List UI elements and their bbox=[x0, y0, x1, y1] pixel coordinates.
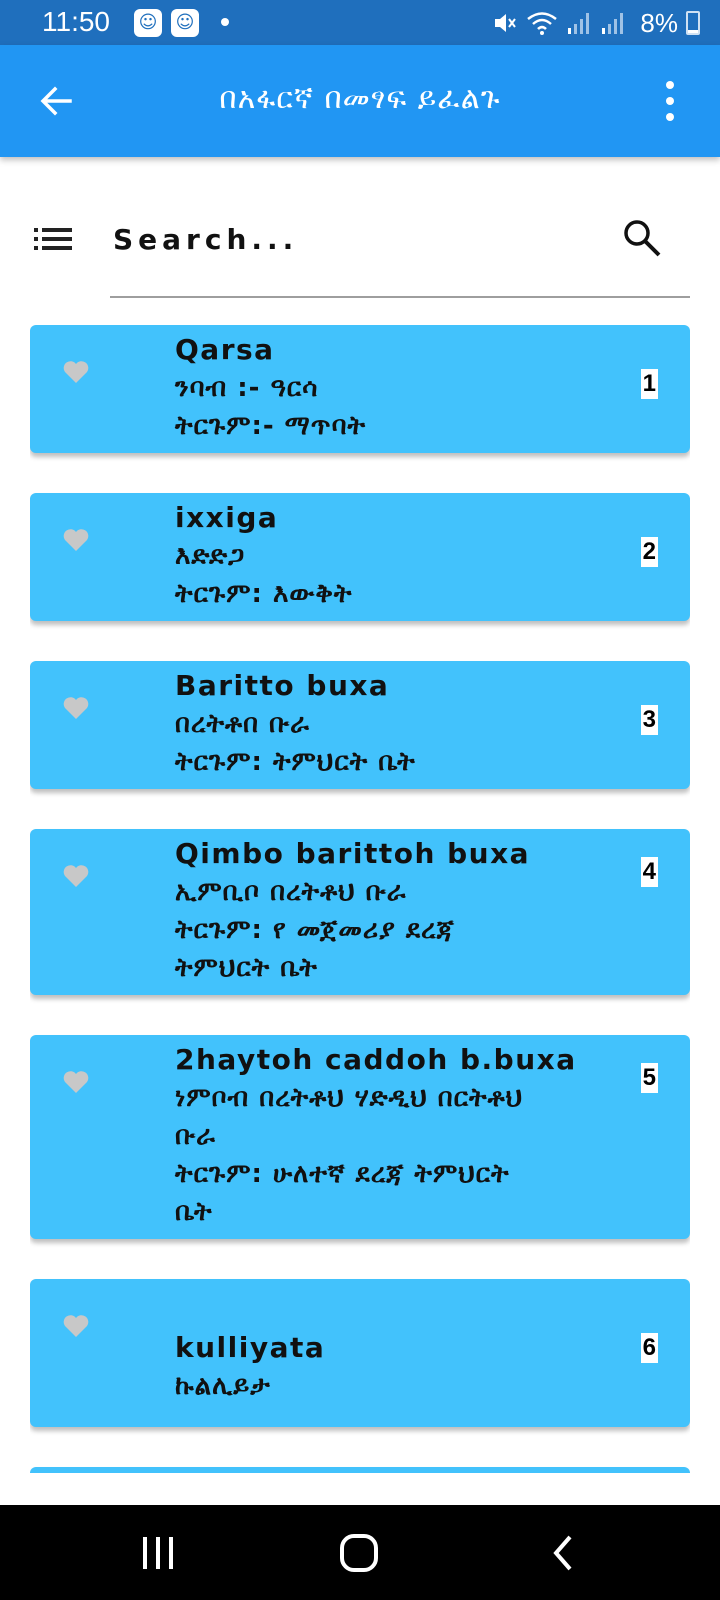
list-item[interactable]: Qimbo barittoh buxa ኢምቢቦ በረትቶህ ቡራ ትርጉም: … bbox=[30, 829, 690, 995]
entry-word: 2haytoh caddoh b.buxa bbox=[175, 1043, 577, 1076]
entry-word: kulliyata bbox=[175, 1331, 326, 1364]
status-time: 11:50 bbox=[42, 6, 110, 37]
entry-word: Baritto buxa bbox=[175, 669, 390, 702]
search-bar bbox=[110, 212, 690, 298]
heart-icon[interactable] bbox=[62, 359, 90, 385]
back-button[interactable] bbox=[34, 79, 78, 123]
entry-number: 1 bbox=[640, 369, 658, 399]
list-icon[interactable] bbox=[34, 226, 72, 252]
more-vert-icon[interactable] bbox=[660, 81, 680, 121]
entry-translation-cont: ትምህርት ቤት bbox=[175, 953, 318, 983]
entry-number: 5 bbox=[640, 1063, 658, 1093]
back-icon[interactable] bbox=[540, 1529, 588, 1577]
entry-translation: ትርጉም: እውቅት bbox=[175, 579, 353, 609]
page-title: በአፋርኛ በመፃፍ ይፈልጉ bbox=[219, 81, 501, 116]
entry-translation: ትርጉም: ትምህርት ቤት bbox=[175, 747, 416, 777]
entry-number: 2 bbox=[640, 537, 658, 567]
battery-percent: 8% bbox=[640, 7, 678, 38]
heart-icon[interactable] bbox=[62, 1313, 90, 1339]
home-icon[interactable] bbox=[336, 1529, 384, 1577]
entry-number: 6 bbox=[640, 1333, 658, 1363]
entry-word: Qarsa bbox=[175, 333, 275, 366]
app-notification-icon: ☺ bbox=[134, 9, 162, 37]
heart-icon[interactable] bbox=[62, 863, 90, 889]
entry-word: ixxiga bbox=[175, 501, 279, 534]
wifi-icon bbox=[527, 12, 558, 35]
battery-charging-icon bbox=[686, 11, 700, 35]
app-notification-icon: ☺ bbox=[171, 9, 199, 37]
entry-number: 3 bbox=[640, 705, 658, 735]
entry-spacer bbox=[175, 1291, 595, 1329]
status-bar: 11:50 ☺ ☺ 8% bbox=[0, 0, 720, 45]
entry-list[interactable]: Qarsa ንባብ :- ዓርሳ ትርጉም:- ማጥባት 1 ixxiga እድ… bbox=[30, 325, 690, 1473]
status-icons: 8% bbox=[492, 6, 700, 40]
list-item[interactable]: ixxiga እድድጋ ትርጉም: እውቅት 2 bbox=[30, 493, 690, 621]
list-item[interactable] bbox=[30, 1467, 690, 1473]
search-icon[interactable] bbox=[622, 218, 662, 258]
heart-icon[interactable] bbox=[62, 527, 90, 553]
entry-pronunciation: ኩልሊይታ bbox=[175, 1371, 271, 1401]
entry-pronunciation: ንባብ :- ዓርሳ bbox=[175, 373, 319, 403]
list-item[interactable]: Baritto buxa በረትቶበ ቡራ ትርጉም: ትምህርት ቤት 3 bbox=[30, 661, 690, 789]
entry-number: 4 bbox=[640, 857, 658, 887]
entry-translation: ትርጉም: የ መጀመሪያ ደረጃ bbox=[175, 915, 455, 945]
entry-pronunciation: ኢምቢቦ በረትቶህ ቡራ bbox=[175, 877, 407, 907]
app-bar: በአፋርኛ በመፃፍ ይፈልጉ bbox=[0, 45, 720, 157]
dot-icon bbox=[221, 18, 229, 26]
arrow-back-icon bbox=[40, 86, 72, 116]
heart-icon[interactable] bbox=[62, 695, 90, 721]
entry-translation: ትርጉም: ሁለተኛ ደረጃ ትምህርት bbox=[175, 1159, 510, 1189]
signal-icon bbox=[568, 13, 590, 34]
entry-pronunciation: በረትቶበ ቡራ bbox=[175, 709, 310, 739]
list-item[interactable]: 2haytoh caddoh b.buxa ነምቦብ በረትቶህ ሃድዲህ በር… bbox=[30, 1035, 690, 1239]
entry-translation-cont: ቤት bbox=[175, 1197, 213, 1227]
system-nav-bar bbox=[0, 1505, 720, 1600]
search-input[interactable] bbox=[110, 212, 596, 266]
list-item[interactable]: kulliyata ኩልሊይታ 6 bbox=[30, 1279, 690, 1427]
entry-pronunciation-cont: ቡራ bbox=[175, 1121, 216, 1151]
list-item[interactable]: Qarsa ንባብ :- ዓርሳ ትርጉም:- ማጥባት 1 bbox=[30, 325, 690, 453]
entry-translation: ትርጉም:- ማጥባት bbox=[175, 411, 367, 441]
entry-word: Qimbo barittoh buxa bbox=[175, 837, 531, 870]
signal-icon bbox=[602, 13, 624, 34]
recent-apps-icon[interactable] bbox=[134, 1529, 182, 1577]
entry-pronunciation: ነምቦብ በረትቶህ ሃድዲህ በርትቶህ bbox=[175, 1083, 524, 1113]
entry-pronunciation: እድድጋ bbox=[175, 541, 246, 571]
mute-icon bbox=[495, 14, 517, 32]
heart-icon[interactable] bbox=[62, 1069, 90, 1095]
